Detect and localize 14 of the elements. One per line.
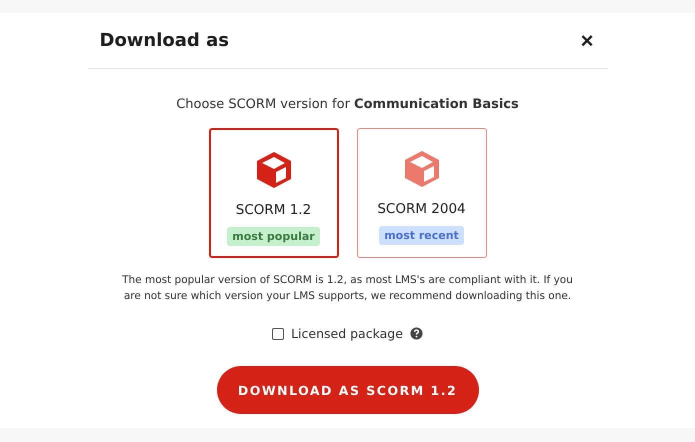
- dialog-title: Download as: [100, 30, 229, 51]
- option-badge: most recent: [379, 226, 464, 245]
- licensed-label: Licensed package: [291, 326, 403, 341]
- help-icon[interactable]: [410, 327, 423, 340]
- option-label: SCORM 2004: [377, 201, 466, 217]
- close-button[interactable]: ×: [578, 30, 596, 52]
- download-button[interactable]: DOWNLOAD AS SCORM 1.2: [216, 366, 478, 414]
- option-badge: most popular: [227, 227, 320, 246]
- version-option[interactable]: SCORM 2004 most recent: [356, 128, 486, 258]
- licensed-checkbox[interactable]: [272, 328, 284, 340]
- prompt-text: Choose SCORM version for Communication Basics: [176, 97, 519, 112]
- version-option[interactable]: SCORM 1.2 most popular: [208, 128, 338, 258]
- option-label: SCORM 1.2: [236, 202, 312, 218]
- description-text: The most popular version of SCORM is 1.2, as most LMS's are compliant with it. If you are not sure which version your LMS supports, we recommend downloading this one.: [121, 273, 574, 304]
